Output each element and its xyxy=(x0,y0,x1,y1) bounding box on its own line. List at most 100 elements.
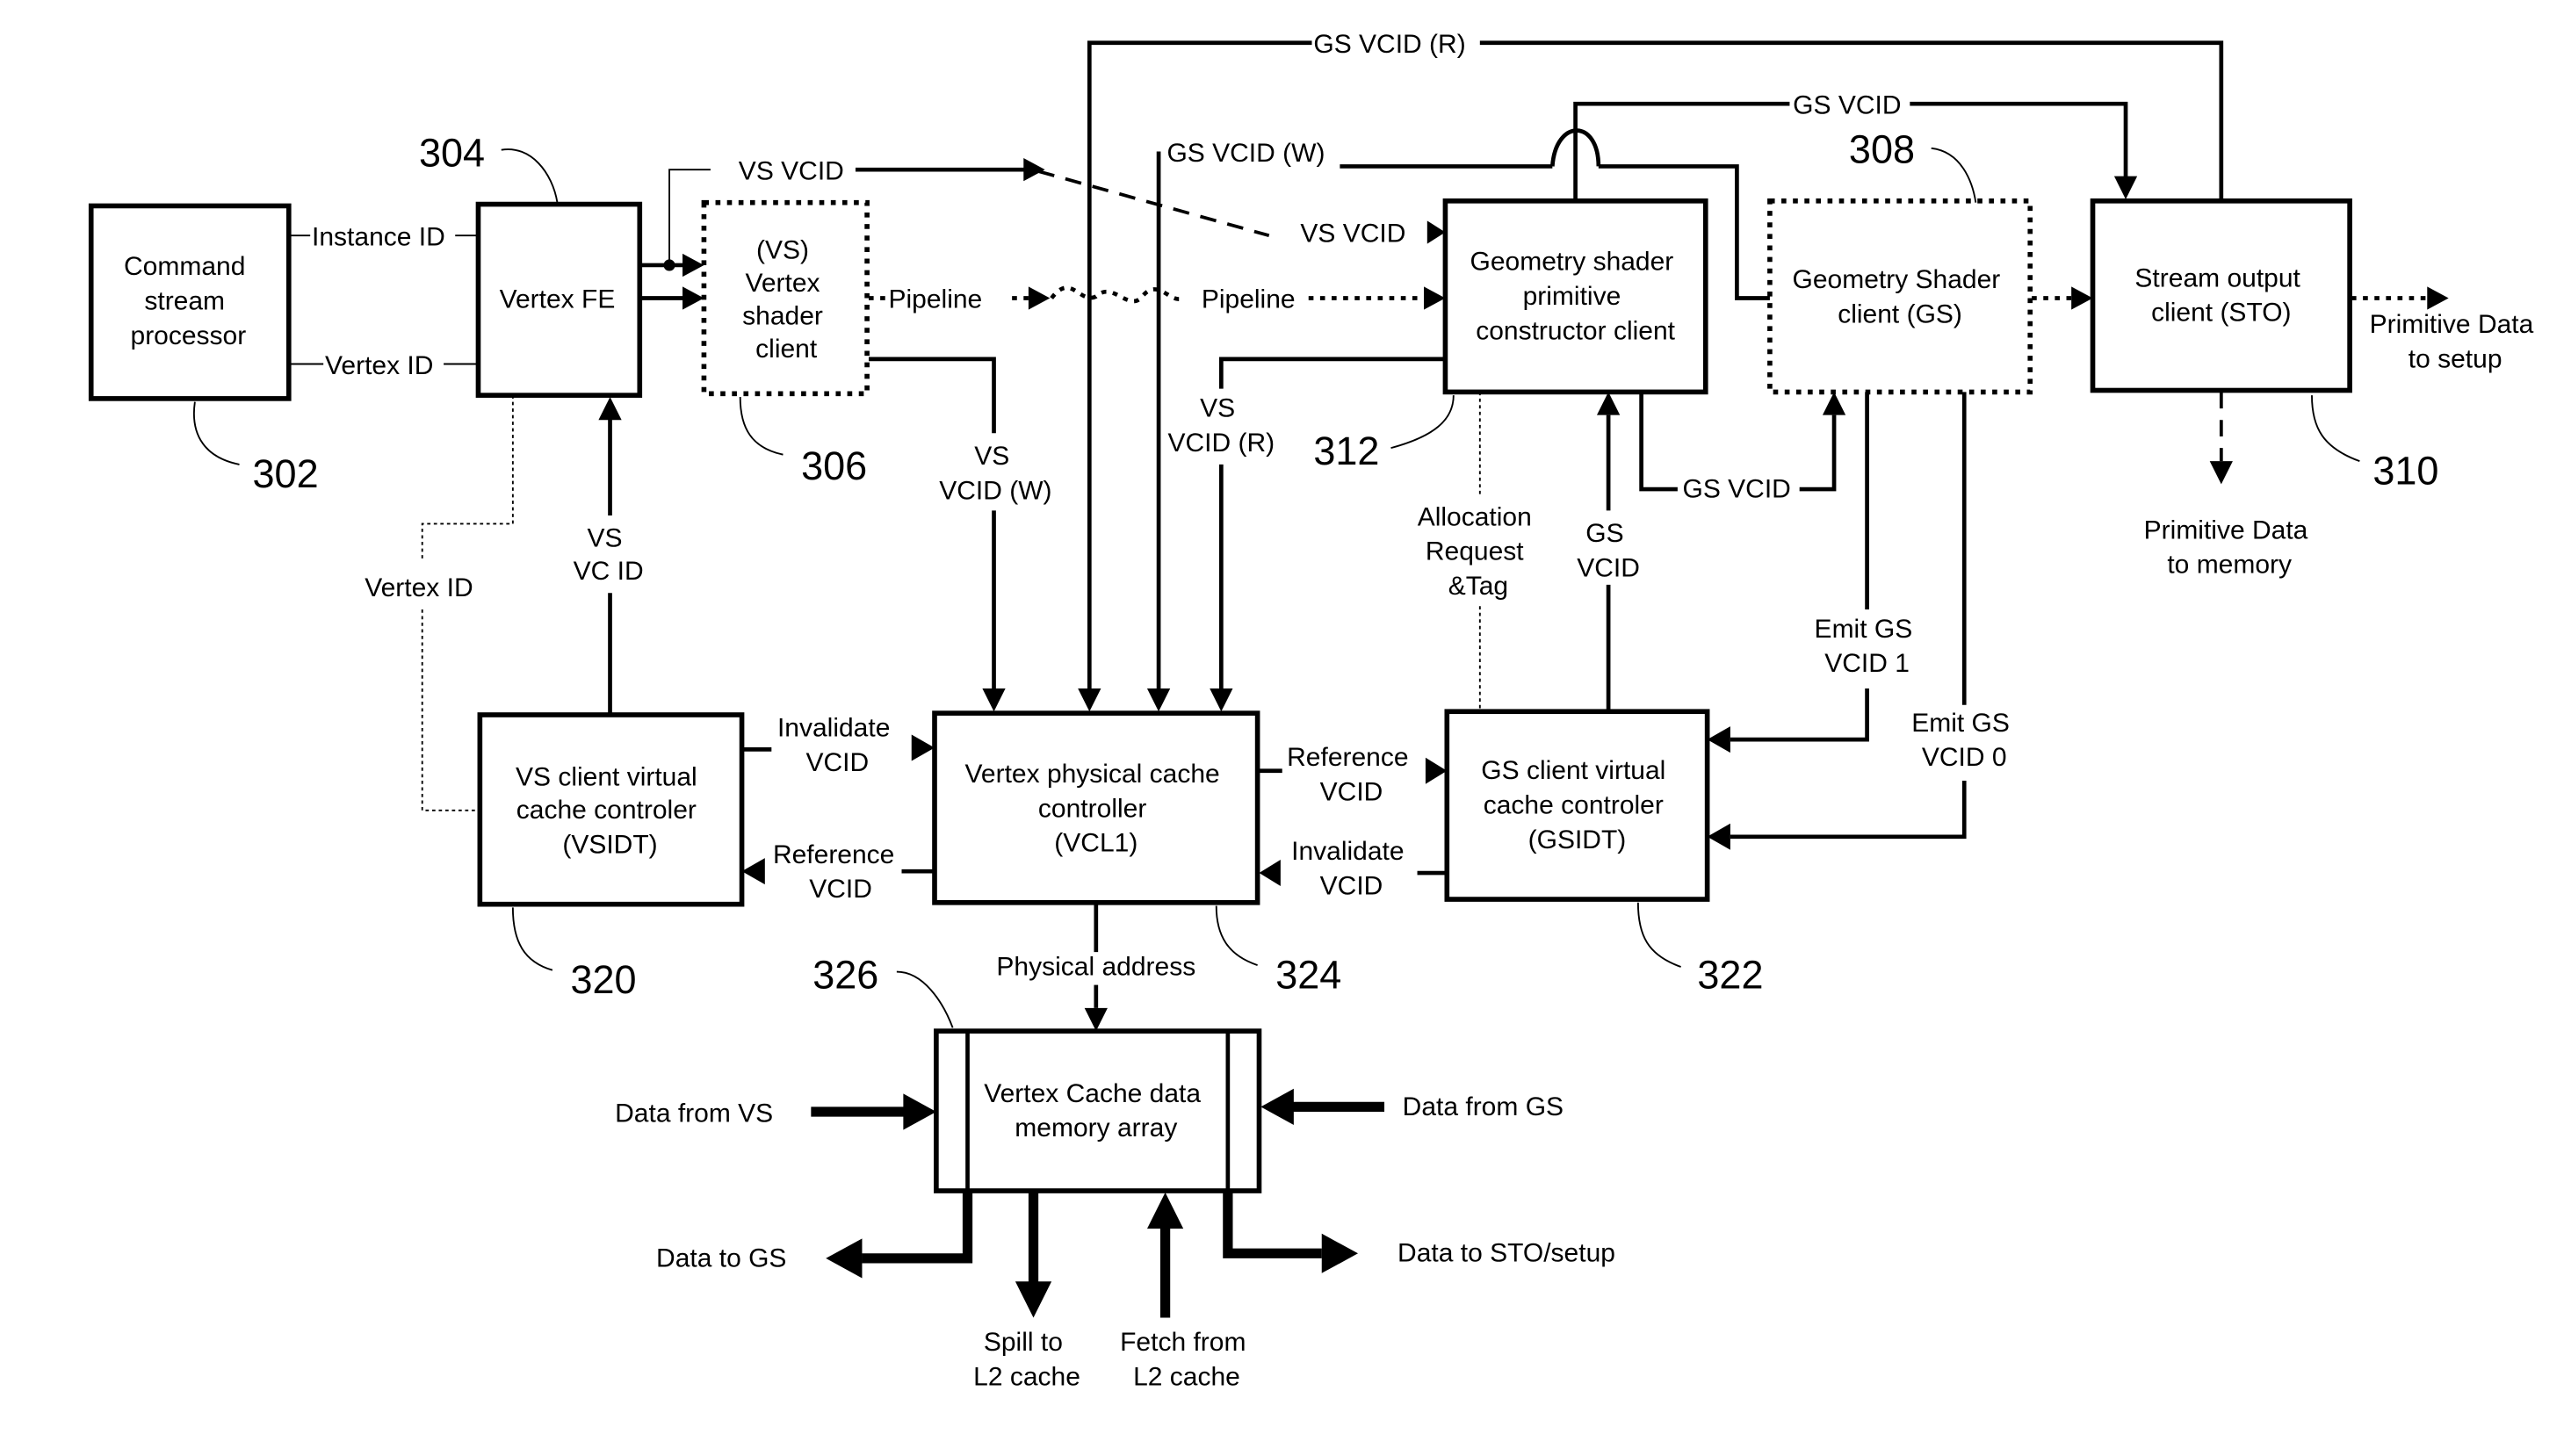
data-to-sto-label: Data to STO/setup xyxy=(1397,1239,1615,1268)
arrowhead xyxy=(1210,688,1233,712)
arrowhead xyxy=(1596,392,1621,415)
gs-vcid-top-line-b xyxy=(1910,101,2128,178)
emit-gs-0-line-b xyxy=(1730,781,1967,840)
arrowhead xyxy=(1023,158,1045,182)
fetch-l2-label: Fetch from L2 cache xyxy=(1120,1328,1253,1391)
pipeline-2-label: Pipeline xyxy=(1202,285,1296,314)
arrowhead xyxy=(741,858,765,885)
arrowhead xyxy=(1146,688,1171,712)
vertex-shader-client-block xyxy=(701,199,870,397)
data-to-gs-line xyxy=(862,1191,973,1264)
invalidate-vcid-right-label: Invalidate VCID xyxy=(1291,837,1412,900)
data-to-sto-line xyxy=(1223,1191,1322,1258)
vs-vcid-w-line-a xyxy=(868,357,996,434)
allocation-request-label: Allocation Request &Tag xyxy=(1418,502,1539,601)
ref-320: 320 xyxy=(571,957,637,1002)
arrowhead xyxy=(982,688,1006,712)
vertex-cache-data-memory-block xyxy=(934,1028,1262,1193)
arrowhead xyxy=(1078,688,1101,712)
ref-310: 310 xyxy=(2372,448,2438,493)
reference-vcid-right-label: Reference VCID xyxy=(1287,743,1416,806)
gs-vcid-top-line-a xyxy=(1573,101,1790,201)
stream-output-client-block xyxy=(2090,198,2352,393)
ref-302: 302 xyxy=(253,451,319,496)
arrowhead xyxy=(598,397,622,421)
ref-304: 304 xyxy=(419,130,485,175)
vs-vcid-top-label: VS VCID xyxy=(739,156,844,185)
spill-l2-label: Spill to L2 cache xyxy=(973,1328,1080,1391)
arrowhead xyxy=(826,1238,863,1279)
vertex-id-top-label: Vertex ID xyxy=(325,351,433,380)
leader-324 xyxy=(1215,905,1258,966)
arrowhead xyxy=(1084,1007,1108,1032)
invalidate-vcid-left-label: Invalidate VCID xyxy=(777,713,898,776)
gs-vcid-bottom-line-b xyxy=(1799,414,1837,492)
arrowhead xyxy=(1425,757,1448,784)
vs-vcid-dashed-link xyxy=(1037,169,1270,238)
leader-308 xyxy=(1931,147,1977,203)
leader-312 xyxy=(1390,395,1455,450)
data-from-gs-label: Data from GS xyxy=(1403,1092,1564,1121)
arrowhead xyxy=(682,286,704,310)
primitive-data-memory-label: Primitive Data to memory xyxy=(2144,515,2315,579)
arrowhead xyxy=(911,734,935,761)
gs-vcid-r-line-right xyxy=(1479,40,2224,201)
vs-vcid-gs-label: VS VCID xyxy=(1300,220,1405,249)
arrowhead xyxy=(2209,461,2233,485)
leader-310 xyxy=(2311,395,2360,463)
geometry-shader-client-block xyxy=(1767,198,2033,395)
arrowhead xyxy=(903,1093,936,1130)
leader-304 xyxy=(501,148,559,203)
reference-vcid-left-label: Reference VCID xyxy=(773,840,902,904)
ref-312: 312 xyxy=(1313,429,1379,473)
leader-302 xyxy=(193,401,240,465)
block-diagram: Command stream processor Vertex FE (VS) … xyxy=(88,30,2541,1391)
arrowhead xyxy=(1426,220,1446,244)
ref-324: 324 xyxy=(1275,952,1341,997)
arrowhead xyxy=(1015,1281,1052,1318)
ref-322: 322 xyxy=(1697,952,1763,997)
leader-326 xyxy=(896,970,954,1028)
vertex-id-loop-b xyxy=(421,609,480,811)
arrowhead xyxy=(1707,726,1730,753)
vs-vc-id-label: VS VC ID xyxy=(574,524,644,587)
arrowhead xyxy=(1146,1192,1184,1229)
arrowhead xyxy=(1822,392,1846,415)
arrowhead xyxy=(1259,860,1281,887)
arrowhead xyxy=(1321,1233,1359,1273)
leader-306 xyxy=(739,397,784,456)
gs-vcid-bottom-label: GS VCID xyxy=(1683,474,1791,503)
leader-322 xyxy=(1636,902,1681,968)
gs-vcid-bottom-line-a xyxy=(1639,392,1678,492)
leader-320 xyxy=(511,907,553,971)
arrowhead xyxy=(2071,286,2093,310)
gs-vcid-top-label: GS VCID xyxy=(1793,90,1901,119)
pipeline-crossing xyxy=(1050,285,1185,304)
vertex-fe-label: Vertex FE xyxy=(500,285,616,314)
emit-gs-vcid-1-label: Emit GS VCID 1 xyxy=(1815,615,1920,678)
gs-vcid-w-label: GS VCID (W) xyxy=(1166,139,1325,168)
ref-308: 308 xyxy=(1849,127,1915,172)
pipeline-1-label: Pipeline xyxy=(888,285,982,314)
arrowhead xyxy=(1028,286,1051,310)
vs-vcid-r-line-a xyxy=(1219,357,1446,389)
arrowhead xyxy=(1260,1088,1294,1126)
arrowhead xyxy=(1707,823,1730,850)
arrowhead xyxy=(1424,286,1446,310)
arrowhead xyxy=(2113,176,2138,199)
gs-vcid-up-label: GS VCID xyxy=(1577,519,1640,582)
data-from-vs-label: Data from VS xyxy=(615,1099,773,1128)
vertex-id-left-label: Vertex ID xyxy=(365,573,473,602)
vertex-id-loop-a xyxy=(421,395,514,562)
physical-address-label: Physical address xyxy=(996,952,1195,981)
arrowhead xyxy=(2427,286,2449,310)
ref-326: 326 xyxy=(812,952,878,997)
instance-id-label: Instance ID xyxy=(312,222,445,251)
data-to-gs-label: Data to GS xyxy=(656,1243,786,1272)
arrowhead xyxy=(682,253,704,278)
gs-vcid-r-label: GS VCID (R) xyxy=(1313,30,1465,59)
emit-gs-1-line-b xyxy=(1730,688,1869,742)
vs-vcid-w-label: VS VCID (W) xyxy=(939,442,1051,505)
vs-vcid-r-label: VS VCID (R) xyxy=(1168,394,1275,458)
primitive-data-setup-label: Primitive Data to setup xyxy=(2370,310,2541,373)
